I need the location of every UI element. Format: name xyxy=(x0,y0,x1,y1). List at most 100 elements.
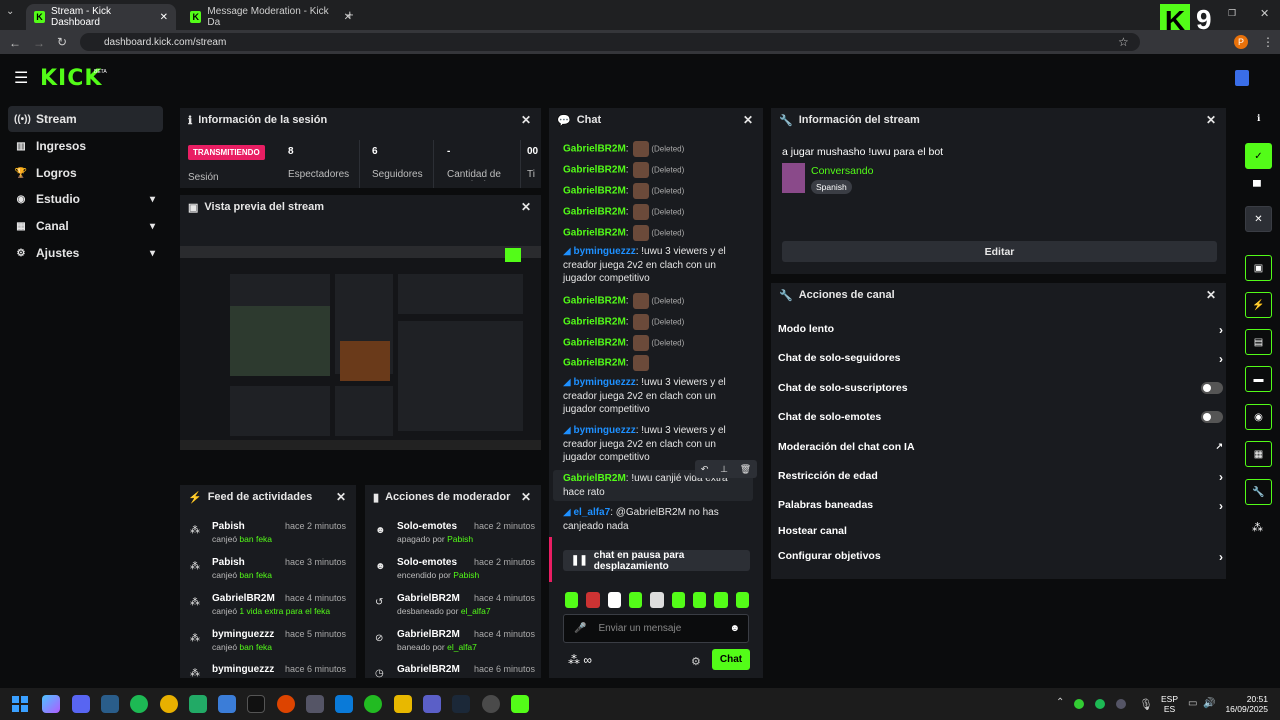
emotes-only-toggle[interactable] xyxy=(1201,411,1223,423)
window-restore-icon[interactable]: ❐ xyxy=(1228,8,1236,19)
reload-icon[interactable]: ↻ xyxy=(57,35,67,49)
clock[interactable]: 20:51 16/09/2025 xyxy=(1224,694,1268,714)
chat-username[interactable]: byminguezzz xyxy=(573,377,635,388)
emote-button[interactable] xyxy=(671,592,685,608)
close-icon[interactable]: ✕ xyxy=(521,490,531,504)
network-icon[interactable]: ▭ xyxy=(1188,698,1197,709)
app-icon[interactable] xyxy=(189,695,207,713)
kick-app-icon[interactable] xyxy=(511,695,529,713)
chat-username[interactable]: GabrielBR2M xyxy=(563,165,626,176)
points-icon[interactable]: ⁂ xyxy=(1252,521,1263,534)
delete-icon[interactable]: 🗑 xyxy=(740,464,751,475)
emote-button[interactable] xyxy=(607,592,621,608)
language-indicator[interactable]: ESP ES xyxy=(1161,694,1178,714)
back-icon[interactable]: ← xyxy=(9,36,21,50)
moderator-name[interactable]: Pabish xyxy=(447,534,473,544)
close-icon[interactable]: ✕ xyxy=(743,113,753,127)
reply-icon[interactable]: ↶ xyxy=(701,464,709,475)
wrench-icon[interactable]: 🔧 xyxy=(1245,479,1272,505)
emote-button[interactable] xyxy=(586,592,600,608)
mic-icon[interactable]: 🎤 xyxy=(574,623,586,634)
teams-icon[interactable] xyxy=(423,695,441,713)
chat-username[interactable]: GabrielBR2M xyxy=(563,144,626,155)
sidebar-item-logros[interactable]: 🏆 Logros xyxy=(8,160,163,186)
tray-app-icon[interactable] xyxy=(1074,699,1084,709)
preview-icon[interactable]: ▣ xyxy=(1245,255,1272,281)
close-icon[interactable]: ✕ xyxy=(1206,113,1216,127)
profile-avatar[interactable]: P xyxy=(1234,35,1248,49)
chat-username[interactable]: GabrielBR2M xyxy=(563,473,626,484)
pin-icon[interactable]: ⊥ xyxy=(720,464,728,475)
tray-spotify-icon[interactable] xyxy=(1095,699,1105,709)
spotify-icon[interactable] xyxy=(130,695,148,713)
tab-message-moderation[interactable]: K Message Moderation - Kick Da ✕ xyxy=(182,4,360,30)
new-tab-icon[interactable]: + xyxy=(346,7,354,22)
emote-button[interactable] xyxy=(692,592,707,608)
url-input[interactable]: dashboard.kick.com/stream xyxy=(80,33,1140,51)
action-host-channel[interactable]: Hostear canal xyxy=(778,525,1223,541)
moderator-name[interactable]: el_alfa7 xyxy=(461,606,491,616)
chat-username[interactable]: byminguezzz xyxy=(573,425,635,436)
tray-mic-icon[interactable]: 🎙 xyxy=(1139,698,1153,711)
forward-icon[interactable]: → xyxy=(33,36,45,50)
bolt-icon[interactable]: ⚡ xyxy=(1245,292,1272,318)
chat-icon[interactable]: ▬ xyxy=(1245,366,1272,392)
chat-settings-icon[interactable]: ⚙ xyxy=(691,655,701,668)
bookmark-star-icon[interactable]: ☆ xyxy=(1118,35,1129,49)
opera-icon[interactable] xyxy=(277,695,295,713)
broadcast-icon[interactable]: ◉ xyxy=(1245,404,1272,430)
action-ai-moderation[interactable]: Moderación del chat con IA ↗ xyxy=(778,441,1223,457)
mod-icon[interactable]: ▦ xyxy=(1245,441,1272,467)
chat-input[interactable]: 🎤 Enviar un mensaje ☻ xyxy=(563,614,749,643)
tray-overflow-icon[interactable]: ⌃ xyxy=(1056,697,1064,708)
user-avatar[interactable] xyxy=(1235,70,1249,86)
stream-preview-video[interactable] xyxy=(180,246,541,450)
chrome-active-icon[interactable] xyxy=(482,695,500,713)
emote-button[interactable] xyxy=(565,592,579,608)
tiktok-icon[interactable] xyxy=(247,695,265,713)
action-goals[interactable]: Configurar objetivos › xyxy=(778,550,1223,566)
sidebar-item-ingresos[interactable]: ▥ Ingresos xyxy=(8,133,163,159)
chat-username[interactable]: el_alfa7 xyxy=(573,507,610,518)
steam-icon[interactable] xyxy=(452,695,470,713)
taskview-icon[interactable] xyxy=(101,695,119,713)
send-chat-button[interactable]: Chat xyxy=(712,649,750,670)
close-icon[interactable]: ✕ xyxy=(1245,206,1272,232)
action-slow-mode[interactable]: Modo lento › xyxy=(778,323,1223,339)
channel-points-icon[interactable]: ⁂ ∞ xyxy=(568,653,592,667)
tab-search-icon[interactable]: ⌄ xyxy=(6,6,14,17)
edit-button[interactable]: Editar xyxy=(782,241,1217,262)
chat-username[interactable]: GabrielBR2M xyxy=(563,296,626,307)
emoji-picker-icon[interactable]: ☻ xyxy=(729,623,740,634)
chat-username[interactable]: GabrielBR2M xyxy=(563,358,626,369)
app-icon[interactable] xyxy=(364,695,382,713)
chat-username[interactable]: GabrielBR2M xyxy=(563,207,626,218)
chat-username[interactable]: byminguezzz xyxy=(573,246,635,257)
action-age-restriction[interactable]: Restricción de edad › xyxy=(778,470,1223,486)
emote-button[interactable] xyxy=(628,592,643,608)
sidebar-item-stream[interactable]: ((•)) Stream xyxy=(8,106,163,132)
moderator-name[interactable]: el_alfa7 xyxy=(447,642,477,652)
action-followers-only[interactable]: Chat de solo-seguidores › xyxy=(778,352,1223,368)
category-name[interactable]: Conversando xyxy=(811,165,873,177)
window-close-icon[interactable]: ✕ xyxy=(1260,7,1269,20)
chat-username[interactable]: GabrielBR2M xyxy=(563,186,626,197)
emote-button[interactable] xyxy=(650,592,664,608)
chat-username[interactable]: GabrielBR2M xyxy=(563,338,626,349)
info-icon[interactable]: ℹ xyxy=(1257,113,1260,124)
emote-button[interactable] xyxy=(714,592,728,608)
discord-icon[interactable] xyxy=(72,695,90,713)
file-explorer-icon[interactable] xyxy=(394,695,412,713)
sidebar-item-estudio[interactable]: ◉ Estudio ▾ xyxy=(8,186,163,212)
tab-stream-dashboard[interactable]: K Stream - Kick Dashboard ✕ xyxy=(26,4,176,30)
app-icon[interactable] xyxy=(218,695,236,713)
moderator-name[interactable]: Pabish xyxy=(453,570,479,580)
copilot-icon[interactable] xyxy=(42,695,60,713)
hamburger-menu-icon[interactable]: ☰ xyxy=(14,68,28,88)
chat-username[interactable]: GabrielBR2M xyxy=(563,228,626,239)
close-icon[interactable]: ✕ xyxy=(1206,288,1216,302)
chrome-icon[interactable] xyxy=(160,695,178,713)
chat-username[interactable]: GabrielBR2M xyxy=(563,317,626,328)
check-icon[interactable]: ✓ xyxy=(1245,143,1272,169)
emote-button[interactable] xyxy=(735,592,749,608)
